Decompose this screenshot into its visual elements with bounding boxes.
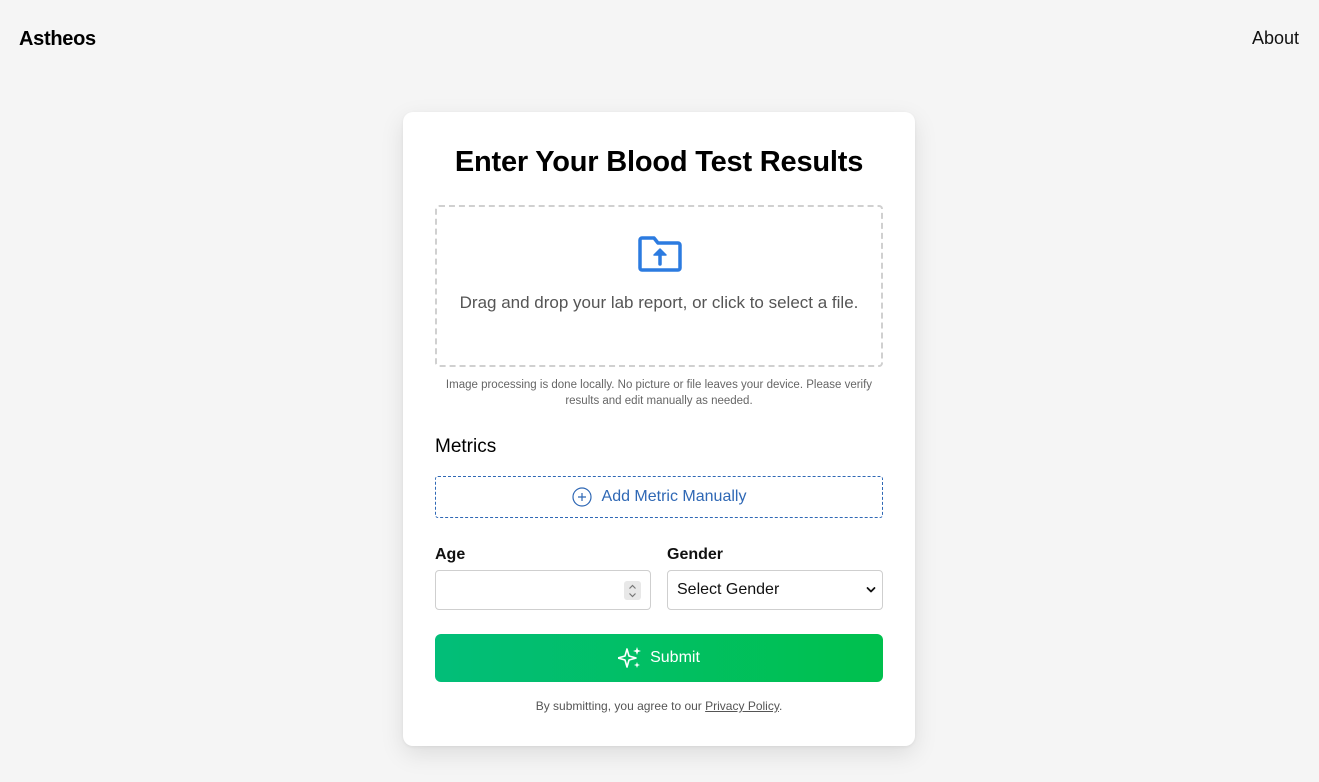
file-dropzone[interactable]: Drag and drop your lab report, or click …	[435, 205, 883, 367]
age-input[interactable]	[435, 570, 651, 610]
age-stepper[interactable]	[624, 581, 641, 600]
age-label: Age	[435, 546, 466, 563]
gender-selected-value: Select Gender	[677, 581, 780, 598]
page-title: Enter Your Blood Test Results	[454, 146, 864, 178]
legal-text: By submitting, you agree to our Privacy …	[403, 699, 915, 713]
gender-label: Gender	[667, 546, 724, 563]
chevron-down-icon	[629, 593, 636, 598]
gender-select[interactable]: Select Gender	[667, 570, 883, 610]
submit-label: Submit	[650, 649, 700, 666]
folder-upload-icon	[638, 236, 682, 272]
sparkles-icon	[618, 647, 642, 668]
metrics-heading: Metrics	[435, 436, 497, 457]
privacy-policy-link[interactable]: Privacy Policy	[705, 699, 779, 713]
add-metric-label: Add Metric Manually	[601, 488, 747, 505]
plus-circle-icon	[571, 487, 592, 507]
brand-logo[interactable]: Astheos	[19, 28, 96, 51]
dropzone-instructions: Drag and drop your lab report, or click …	[459, 293, 859, 312]
chevron-down-icon	[866, 587, 876, 593]
chevron-up-icon	[629, 584, 636, 589]
legal-suffix: .	[778, 699, 783, 713]
privacy-note: Image processing is done locally. No pic…	[445, 379, 873, 407]
add-metric-button[interactable]: Add Metric Manually	[435, 476, 883, 518]
legal-prefix: By submitting, you agree to our	[535, 699, 706, 713]
blood-test-form-card: Enter Your Blood Test Results Drag and d…	[403, 112, 915, 746]
nav-about-link[interactable]: About	[1252, 28, 1299, 49]
submit-button[interactable]: Submit	[435, 634, 883, 682]
